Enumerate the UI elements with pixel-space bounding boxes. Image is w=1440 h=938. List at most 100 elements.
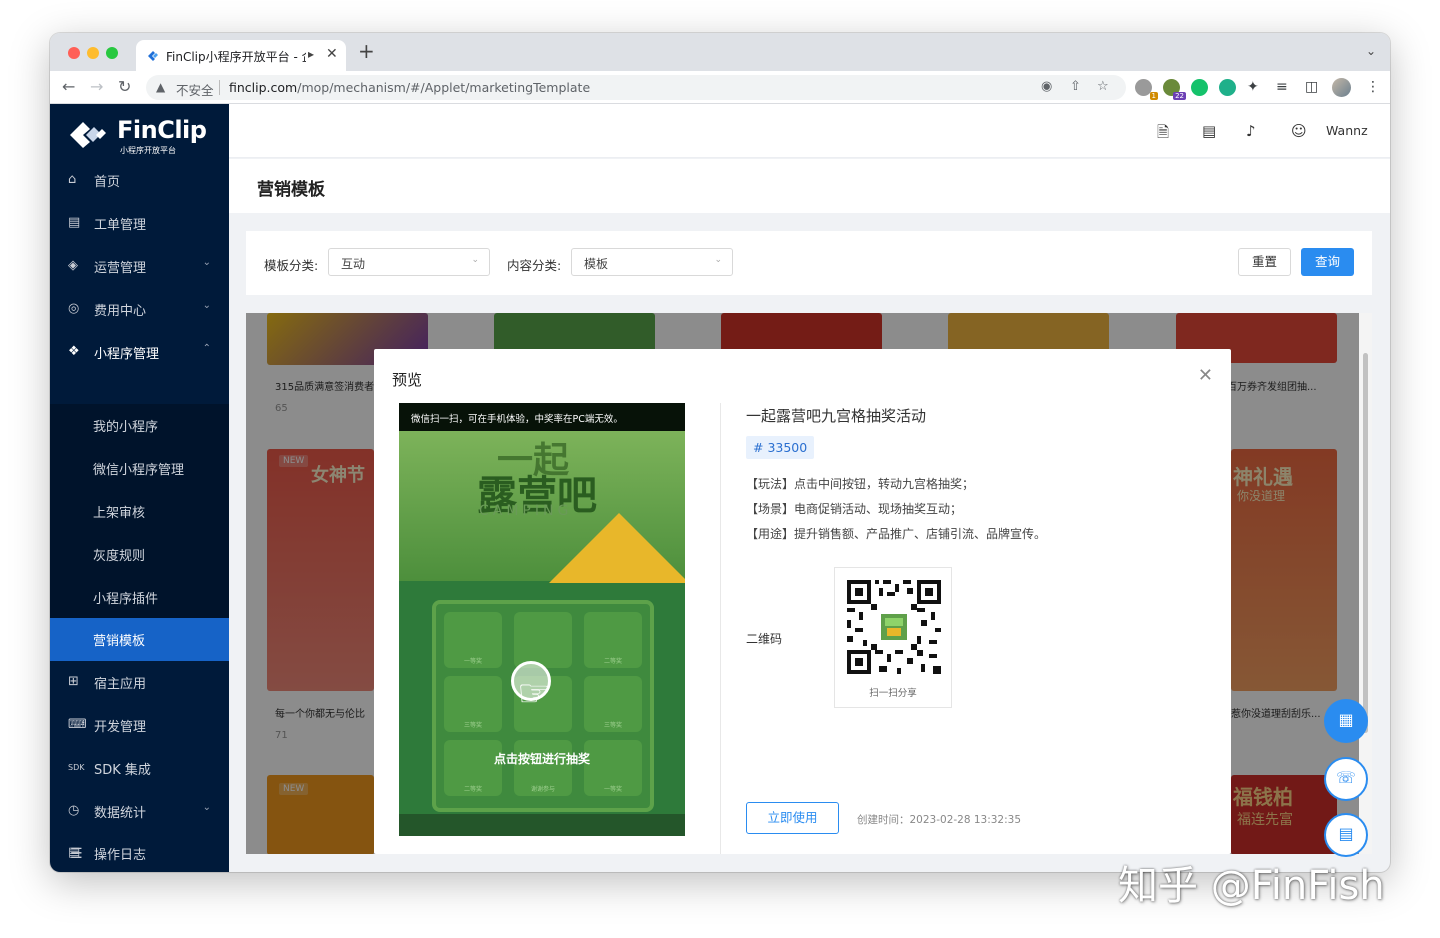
tab-close-icon[interactable]: ✕	[326, 46, 338, 62]
qr-icon: ▦	[1338, 710, 1354, 729]
minimize-window-button[interactable]	[87, 47, 99, 59]
phone-notice-bar: 微信扫一扫，可在手机体验，中奖率在PC端无效。	[399, 403, 685, 431]
home-icon: ⌂	[68, 172, 77, 187]
sidebar-item-label: 开发管理	[94, 720, 147, 735]
sidebar-item-miniprogram[interactable]: ❖ 小程序管理 ⌃	[50, 331, 229, 374]
query-button[interactable]: 查询	[1301, 248, 1354, 276]
sidebar-item-operations[interactable]: ◈ 运营管理 ⌄	[50, 245, 229, 288]
extension-2-icon[interactable]: 22	[1163, 79, 1186, 100]
reset-button[interactable]: 重置	[1238, 248, 1291, 276]
profile-avatar[interactable]	[1332, 78, 1351, 97]
qr-float-button[interactable]: ▦	[1324, 699, 1368, 743]
sidebar-item-wechat-miniprogram[interactable]: 微信小程序管理	[50, 447, 229, 490]
submenu-label: 营销模板	[93, 634, 146, 649]
grammarly-icon[interactable]	[1191, 79, 1208, 96]
sidebar-item-label: 宿主应用	[94, 677, 147, 692]
document-search-icon[interactable]: 🗎	[1157, 122, 1169, 147]
forward-arrow-icon[interactable]: →	[90, 77, 103, 97]
side-panel-icon[interactable]: ◫	[1305, 79, 1318, 95]
logo-text: FinClip	[117, 116, 207, 144]
chevron-up-icon: ⌃	[202, 343, 211, 354]
document-icon[interactable]: ▤	[1202, 122, 1216, 140]
user-name[interactable]: Wannz	[1326, 123, 1368, 138]
warning-icon[interactable]: ▲	[156, 80, 165, 94]
sidebar-item-label: 数据统计	[94, 806, 147, 821]
reading-list-icon[interactable]: ≡	[1276, 79, 1288, 95]
logo-subtitle: 小程序开放平台	[120, 146, 176, 155]
created-time: 创建时间：2023-02-28 13:32:35	[857, 814, 1022, 826]
extension-4-icon[interactable]	[1219, 79, 1236, 96]
submenu-label: 上架审核	[93, 506, 146, 521]
chart-icon: ◷	[68, 803, 80, 818]
doc-float-button[interactable]: ▤	[1324, 813, 1368, 857]
app-header: 🗎 ▤ ♪ ☺ Wannz	[229, 104, 1390, 158]
lottery-cell: 三等奖	[584, 676, 642, 732]
sidebar-item-label: 操作日志	[94, 848, 147, 863]
tab-bar: FinClip小程序开放平台 - 企业 ▸ ✕ + ⌄	[50, 33, 1390, 71]
qr-caption: 扫一扫分享	[869, 688, 917, 699]
template-desc-scene: 【场景】电商促销活动、现场抽奖互动；	[746, 502, 963, 516]
sidebar-item-plugins[interactable]: 小程序插件	[50, 576, 229, 619]
finclip-logo[interactable]: FinClip 小程序开放平台	[68, 116, 218, 156]
lottery-cell-label: 三等奖	[463, 722, 482, 729]
layers-icon: ◈	[68, 258, 78, 273]
sidebar-item-gray-rules[interactable]: 灰度规则	[50, 533, 229, 576]
qr-code-box: 扫一扫分享	[834, 567, 952, 708]
template-desc-use: 【用途】提升销售额、产品推广、店铺引流、品牌宣传。	[746, 527, 1047, 541]
sidebar-item-dev[interactable]: ⌨ 开发管理	[50, 704, 229, 747]
sidebar-item-sdk[interactable]: SDK SDK 集成	[50, 747, 229, 790]
audio-icon[interactable]: ▸	[308, 47, 314, 61]
sidebar-item-host-apps[interactable]: ⊞ 宿主应用	[50, 661, 229, 704]
address-bar[interactable]: ▲ 不安全 finclip.com/mop/mechanism/#/Applet…	[146, 75, 1126, 100]
collapse-menu-icon[interactable]: ☰	[70, 846, 83, 862]
sidebar-item-my-miniprogram[interactable]: 我的小程序	[50, 404, 229, 447]
code-icon: ⌨	[68, 717, 87, 732]
grid-icon: ⊞	[68, 674, 79, 689]
share-icon[interactable]: ⇧	[1070, 79, 1081, 94]
eye-icon[interactable]: ◉	[1041, 79, 1052, 94]
filter-bar: 模板分类: 互动 ⌄ 内容分类: 模板 ⌄ 重置 查询	[246, 231, 1372, 295]
browser-toolbar: ← → ↻ ▲ 不安全 finclip.com/mop/mechanism/#/…	[50, 71, 1390, 104]
bookmark-star-icon[interactable]: ☆	[1097, 79, 1109, 94]
sidebar-item-marketing-template[interactable]: 营销模板	[50, 618, 229, 661]
url-text[interactable]: finclip.com/mop/mechanism/#/Applet/marke…	[229, 80, 590, 95]
content-category-select[interactable]: 模板 ⌄	[571, 248, 733, 276]
maximize-window-button[interactable]	[106, 47, 118, 59]
qr-code-icon[interactable]	[845, 578, 943, 676]
template-category-label: 模板分类:	[264, 258, 319, 273]
finclip-logo-icon	[70, 122, 106, 148]
chevron-down-icon: ⌄	[714, 255, 722, 265]
lottery-cell	[514, 612, 572, 668]
sidebar-item-home[interactable]: ⌂ 首页	[50, 159, 229, 202]
chevron-down-icon: ⌄	[202, 257, 211, 268]
template-category-select[interactable]: 互动 ⌄	[328, 248, 490, 276]
sidebar-item-review[interactable]: 上架审核	[50, 490, 229, 533]
customer-service-button[interactable]: ☏	[1324, 757, 1368, 801]
modal-title: 预览	[392, 371, 423, 389]
url-path: /mop/mechanism/#/Applet/marketingTemplat…	[297, 80, 591, 95]
reload-icon[interactable]: ↻	[118, 77, 131, 97]
more-menu-icon[interactable]: ⋮	[1366, 79, 1380, 95]
bell-icon[interactable]: ♪	[1246, 122, 1256, 140]
browser-tab[interactable]: FinClip小程序开放平台 - 企业 ▸ ✕	[136, 40, 346, 71]
puzzle-extensions-icon[interactable]: ✦	[1247, 79, 1259, 95]
use-now-button[interactable]: 立即使用	[746, 802, 839, 834]
lottery-cell: 一等奖	[584, 740, 642, 796]
lottery-cell: 二等奖	[444, 740, 502, 796]
back-arrow-icon[interactable]: ←	[62, 77, 75, 97]
browser-window: FinClip小程序开放平台 - 企业 ▸ ✕ + ⌄ ← → ↻ ▲ 不安全 …	[50, 33, 1390, 872]
scrollbar-thumb[interactable]	[1363, 353, 1368, 733]
close-icon[interactable]: ✕	[1198, 365, 1213, 386]
new-tab-button[interactable]: +	[358, 41, 375, 61]
submenu-label: 灰度规则	[93, 549, 146, 564]
insecure-label[interactable]: 不安全	[176, 80, 214, 99]
finclip-favicon-icon	[148, 51, 158, 61]
tab-search-chevron-icon[interactable]: ⌄	[1366, 44, 1376, 58]
sidebar-item-stats[interactable]: ◷ 数据统计 ⌄	[50, 790, 229, 833]
close-window-button[interactable]	[68, 47, 80, 59]
user-icon[interactable]: ☺	[1291, 122, 1307, 140]
sidebar-item-tickets[interactable]: ▤ 工单管理	[50, 202, 229, 245]
extension-1-icon[interactable]: 1	[1135, 79, 1158, 100]
content-category-label: 内容分类:	[507, 258, 562, 273]
sidebar-item-billing[interactable]: ◎ 费用中心 ⌄	[50, 288, 229, 331]
